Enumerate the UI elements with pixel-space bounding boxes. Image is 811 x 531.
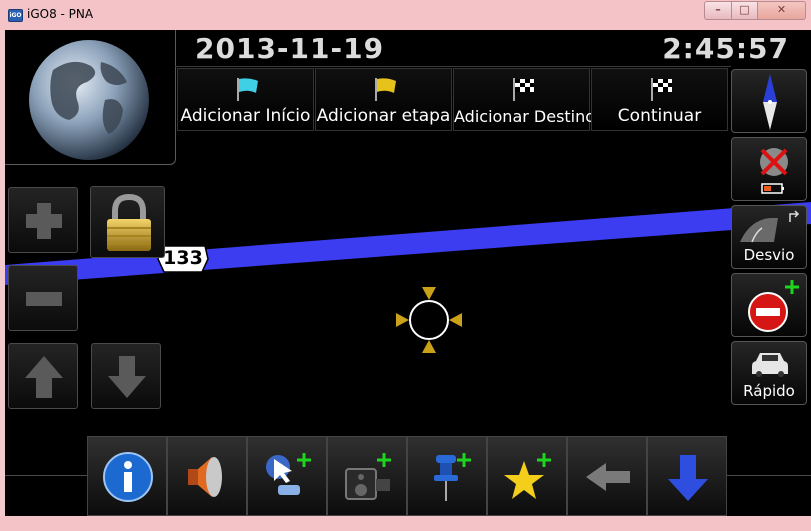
window-bottom-border — [0, 516, 811, 531]
maximize-button[interactable]: □ — [731, 1, 758, 20]
avoid-button[interactable] — [731, 273, 807, 337]
detour-label: Desvio — [743, 246, 795, 264]
minus-icon — [26, 292, 62, 306]
continue-button[interactable]: Continuar — [591, 68, 728, 131]
add-poi-button[interactable] — [247, 436, 327, 516]
add-start-label: Adicionar Início — [180, 106, 311, 126]
info-button[interactable] — [87, 436, 167, 516]
tilt-down-button[interactable] — [91, 343, 161, 409]
add-poi-icon — [266, 453, 311, 495]
date-display: 2013-11-19 — [195, 32, 385, 65]
gps-status-button[interactable] — [731, 137, 807, 201]
lock-icon — [107, 193, 151, 251]
arrow-up-icon — [25, 356, 63, 398]
detour-icon — [740, 210, 800, 243]
minimize-icon: – — [715, 3, 721, 16]
bottom-divider-right — [727, 475, 811, 476]
detour-button[interactable]: Desvio — [731, 205, 807, 269]
bottom-divider-left — [5, 475, 87, 476]
window-controls: – □ ✕ — [704, 1, 806, 21]
back-button[interactable] — [567, 436, 647, 516]
fastest-route-label: Rápido — [743, 382, 795, 400]
volume-button[interactable] — [167, 436, 247, 516]
compass-icon — [763, 74, 777, 130]
add-waypoint-label: Adicionar etapa — [316, 106, 451, 126]
plus-icon — [26, 203, 62, 239]
window-title: iGO8 - PNA — [27, 7, 94, 21]
header-divider — [175, 66, 731, 67]
start-flag-icon — [237, 78, 258, 101]
checkered-flag-icon — [513, 78, 534, 101]
car-icon — [752, 353, 788, 377]
map-view[interactable]: 133 2013-11-19 2:45:57 Adicionar Início … — [5, 30, 811, 516]
globe-icon — [29, 40, 149, 160]
bottom-toolbar — [87, 436, 727, 516]
speaker-icon — [188, 457, 222, 497]
title-bar: iGO iGO8 - PNA – □ ✕ — [0, 0, 811, 30]
arrow-left-icon — [586, 463, 630, 491]
pushpin-icon — [434, 453, 471, 501]
add-camera-button[interactable] — [327, 436, 407, 516]
lock-button[interactable] — [90, 186, 165, 258]
info-icon — [103, 452, 153, 502]
zoom-in-button[interactable] — [8, 187, 78, 253]
arrow-down-blue-icon — [668, 455, 708, 501]
waypoint-flag-icon — [375, 78, 396, 101]
no-gps-icon — [760, 148, 788, 194]
no-entry-icon — [748, 280, 799, 332]
app-icon: iGO — [8, 9, 23, 22]
add-start-button[interactable]: Adicionar Início — [177, 68, 314, 131]
time-display: 2:45:57 — [662, 32, 789, 65]
add-favorite-button[interactable] — [487, 436, 567, 516]
close-icon: ✕ — [776, 3, 787, 16]
compass-button[interactable] — [731, 69, 807, 133]
add-waypoint-button[interactable]: Adicionar etapa — [315, 68, 452, 131]
zoom-out-button[interactable] — [8, 265, 78, 331]
star-icon — [504, 453, 551, 499]
minimize-button[interactable]: – — [704, 1, 732, 20]
map-cursor-icon — [396, 287, 462, 353]
tilt-up-button[interactable] — [8, 343, 78, 409]
globe-menu-button[interactable] — [5, 30, 176, 165]
close-button[interactable]: ✕ — [757, 1, 806, 20]
continue-label: Continuar — [617, 106, 702, 126]
speed-camera-icon — [345, 453, 391, 500]
add-pin-button[interactable] — [407, 436, 487, 516]
add-destination-button[interactable]: Adicionar Destino — [453, 68, 596, 131]
arrow-down-icon — [108, 356, 146, 398]
maximize-icon: □ — [739, 3, 750, 16]
fastest-route-button[interactable]: Rápido — [731, 341, 807, 405]
add-destination-label: Adicionar Destino — [454, 107, 596, 126]
checkered-flag-icon — [651, 78, 672, 101]
scroll-down-button[interactable] — [647, 436, 727, 516]
